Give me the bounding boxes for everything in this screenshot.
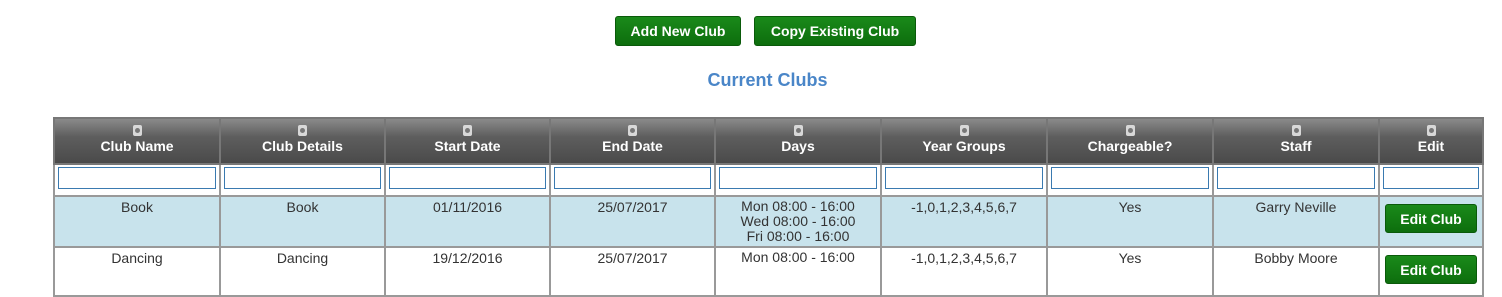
club-name-cell: Book [53,195,221,248]
filter-cell [219,163,386,197]
filter-input-chargeable[interactable] [1051,167,1209,189]
edit-club-button[interactable]: Edit Club [1385,255,1477,284]
end-date-cell: 25/07/2017 [549,246,716,297]
days-cell: Mon 08:00 - 16:00 Wed 08:00 - 16:00 Fri … [714,195,882,248]
filter-row [53,163,1484,197]
column-header-year-groups[interactable]: Year Groups [880,117,1048,165]
filter-cell [1378,163,1484,197]
column-label: End Date [602,138,663,154]
filter-input-start-date[interactable] [389,167,546,189]
sort-icon[interactable] [1291,125,1301,136]
club-details-cell: Dancing [219,246,386,297]
staff-cell: Garry Neville [1212,195,1380,248]
end-date-cell: 25/07/2017 [549,195,716,248]
column-label: Club Name [100,138,174,154]
column-label: Club Details [262,138,343,154]
chargeable-cell: Yes [1046,195,1214,248]
day-entry: Wed 08:00 - 16:00 [740,213,856,229]
sort-icon[interactable] [793,125,803,136]
column-label: Days [781,138,815,154]
column-header-staff[interactable]: Staff [1212,117,1380,165]
sort-icon[interactable] [132,125,142,136]
sort-icon[interactable] [463,125,472,136]
sort-icon[interactable] [1125,125,1135,136]
column-label: Chargeable? [1087,138,1173,154]
table-row: Dancing Dancing 19/12/2016 25/07/2017 Mo… [53,246,1484,297]
column-label: Start Date [434,138,501,154]
table-row: Book Book 01/11/2016 25/07/2017 Mon 08:0… [53,195,1484,248]
day-entry: Mon 08:00 - 16:00 [741,198,855,214]
staff-cell: Bobby Moore [1212,246,1380,297]
year-groups-cell: -1,0,1,2,3,4,5,6,7 [880,246,1048,297]
filter-cell [880,163,1048,197]
sort-icon[interactable] [959,125,969,136]
sort-icon[interactable] [298,125,307,136]
column-header-edit[interactable]: Edit [1378,117,1484,165]
column-header-chargeable[interactable]: Chargeable? [1046,117,1214,165]
clubs-table: Club Name Club Details Start Date End Da… [53,117,1484,297]
start-date-cell: 19/12/2016 [384,246,551,297]
column-header-end-date[interactable]: End Date [549,117,716,165]
club-name-cell: Dancing [53,246,221,297]
filter-input-days[interactable] [719,167,877,189]
club-details-cell: Book [219,195,386,248]
add-new-club-button[interactable]: Add New Club [615,16,741,46]
page-title: Current Clubs [707,70,828,90]
header-row: Club Name Club Details Start Date End Da… [53,117,1484,165]
day-entry: Mon 08:00 - 16:00 [741,249,855,265]
filter-input-edit[interactable] [1383,167,1479,189]
filter-cell [549,163,716,197]
filter-cell [1046,163,1214,197]
sort-icon[interactable] [628,125,637,136]
column-label: Staff [1280,138,1312,154]
filter-input-club-name[interactable] [58,167,216,189]
start-date-cell: 01/11/2016 [384,195,551,248]
column-label: Edit [1417,138,1445,154]
days-cell: Mon 08:00 - 16:00 [714,246,882,297]
filter-input-year-groups[interactable] [885,167,1043,189]
column-label: Year Groups [922,138,1006,154]
filter-cell [53,163,221,197]
chargeable-cell: Yes [1046,246,1214,297]
day-entry: Fri 08:00 - 16:00 [746,228,850,244]
column-header-start-date[interactable]: Start Date [384,117,551,165]
edit-cell: Edit Club [1378,246,1484,297]
column-header-days[interactable]: Days [714,117,882,165]
column-header-club-name[interactable]: Club Name [53,117,221,165]
filter-input-club-details[interactable] [224,167,381,189]
filter-cell [1212,163,1380,197]
sort-icon[interactable] [1426,125,1436,136]
edit-cell: Edit Club [1378,195,1484,248]
filter-input-end-date[interactable] [554,167,711,189]
column-header-club-details[interactable]: Club Details [219,117,386,165]
copy-existing-club-button[interactable]: Copy Existing Club [754,16,916,46]
year-groups-cell: -1,0,1,2,3,4,5,6,7 [880,195,1048,248]
edit-club-button[interactable]: Edit Club [1385,204,1477,233]
filter-input-staff[interactable] [1217,167,1375,189]
filter-cell [714,163,882,197]
filter-cell [384,163,551,197]
